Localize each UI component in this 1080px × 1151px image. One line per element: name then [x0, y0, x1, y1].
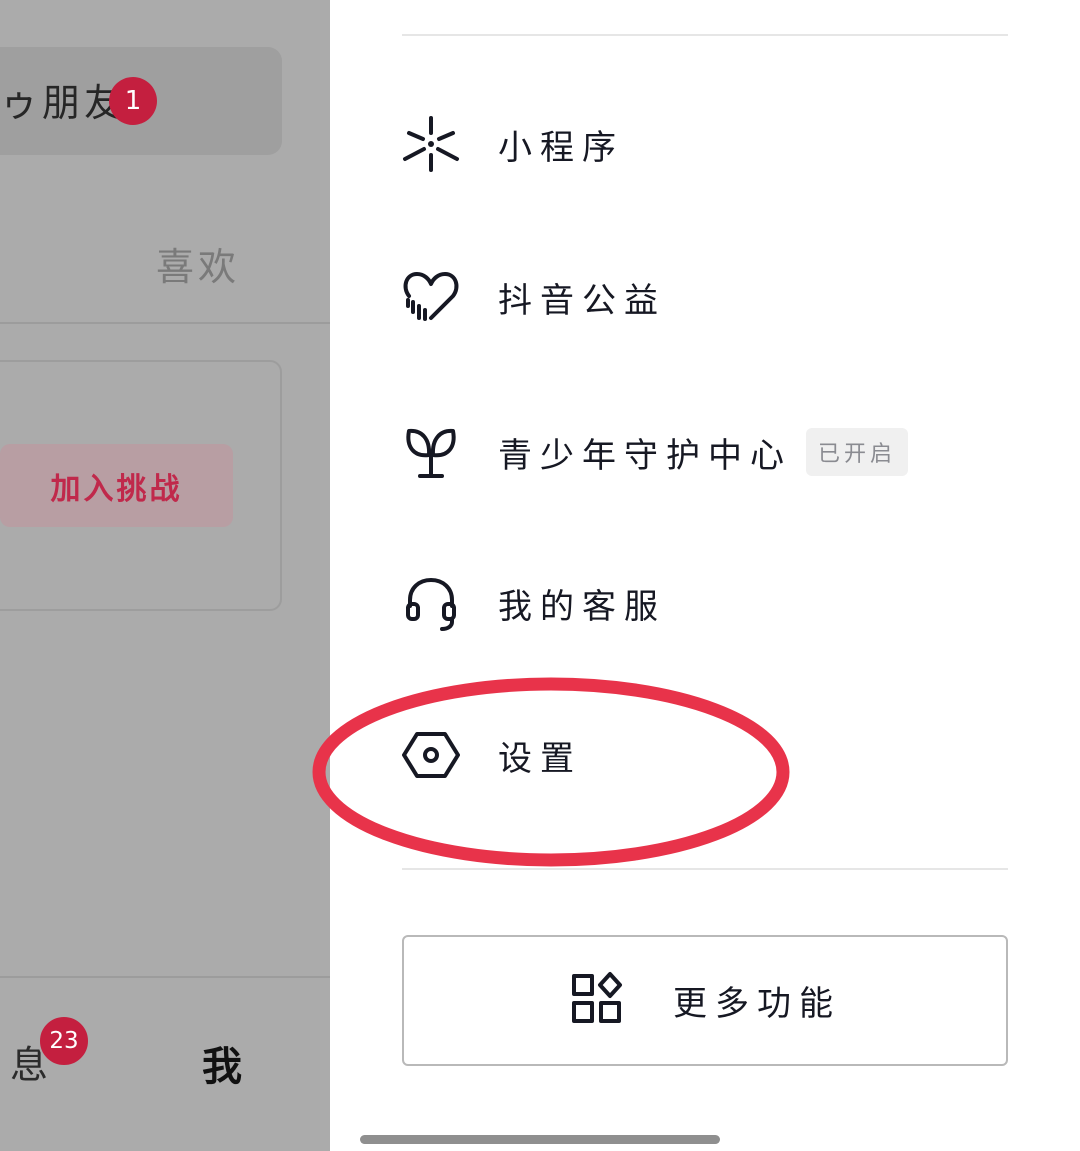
nav-me-label: 我: [202, 1044, 242, 1090]
annotation-highlight-circle: [312, 677, 790, 867]
bottom-nav-divider: [0, 976, 330, 978]
drawer-divider: [402, 868, 1008, 870]
sprout-icon: [400, 421, 462, 483]
status-badge: 已开启: [806, 428, 909, 476]
menu-item-label: 抖音公益: [498, 280, 666, 321]
friend-label: ゥ朋友: [0, 81, 127, 125]
join-challenge-button: 加入挑战: [0, 444, 233, 527]
grid-apps-icon: [569, 971, 625, 1031]
more-features-button[interactable]: 更多功能: [402, 935, 1008, 1066]
menu-item-customer-service[interactable]: 我的客服: [400, 548, 1008, 658]
menu-item-label: 小程序: [498, 127, 624, 168]
menu-item-label: 青少年守护中心: [498, 435, 792, 476]
menu-item-label: 我的客服: [498, 586, 666, 627]
more-features-label: 更多功能: [673, 984, 841, 1024]
menu-item-charity[interactable]: 抖音公益: [400, 242, 1008, 352]
tab-likes: 喜欢: [156, 245, 241, 289]
messages-badge: 23: [38, 1015, 90, 1067]
menu-item-mini-programs[interactable]: 小程序: [400, 89, 1008, 199]
side-drawer: 小程序 抖音公益 青少年守护中心 已开启 我的客服 设置 更多功能: [330, 0, 1080, 1151]
home-indicator[interactable]: [360, 1135, 720, 1144]
drawer-divider: [402, 34, 1008, 36]
friend-notification-badge: 1: [109, 77, 157, 125]
menu-item-youth-protection[interactable]: 青少年守护中心 已开启: [400, 397, 1008, 507]
headset-icon: [400, 572, 462, 634]
background-page-overlay[interactable]: ゥ朋友 1 喜欢 加入挑战 息 23 我: [0, 0, 330, 1151]
charity-heart-icon: [400, 266, 462, 328]
mini-program-icon: [400, 113, 462, 175]
tab-divider: [0, 322, 330, 324]
